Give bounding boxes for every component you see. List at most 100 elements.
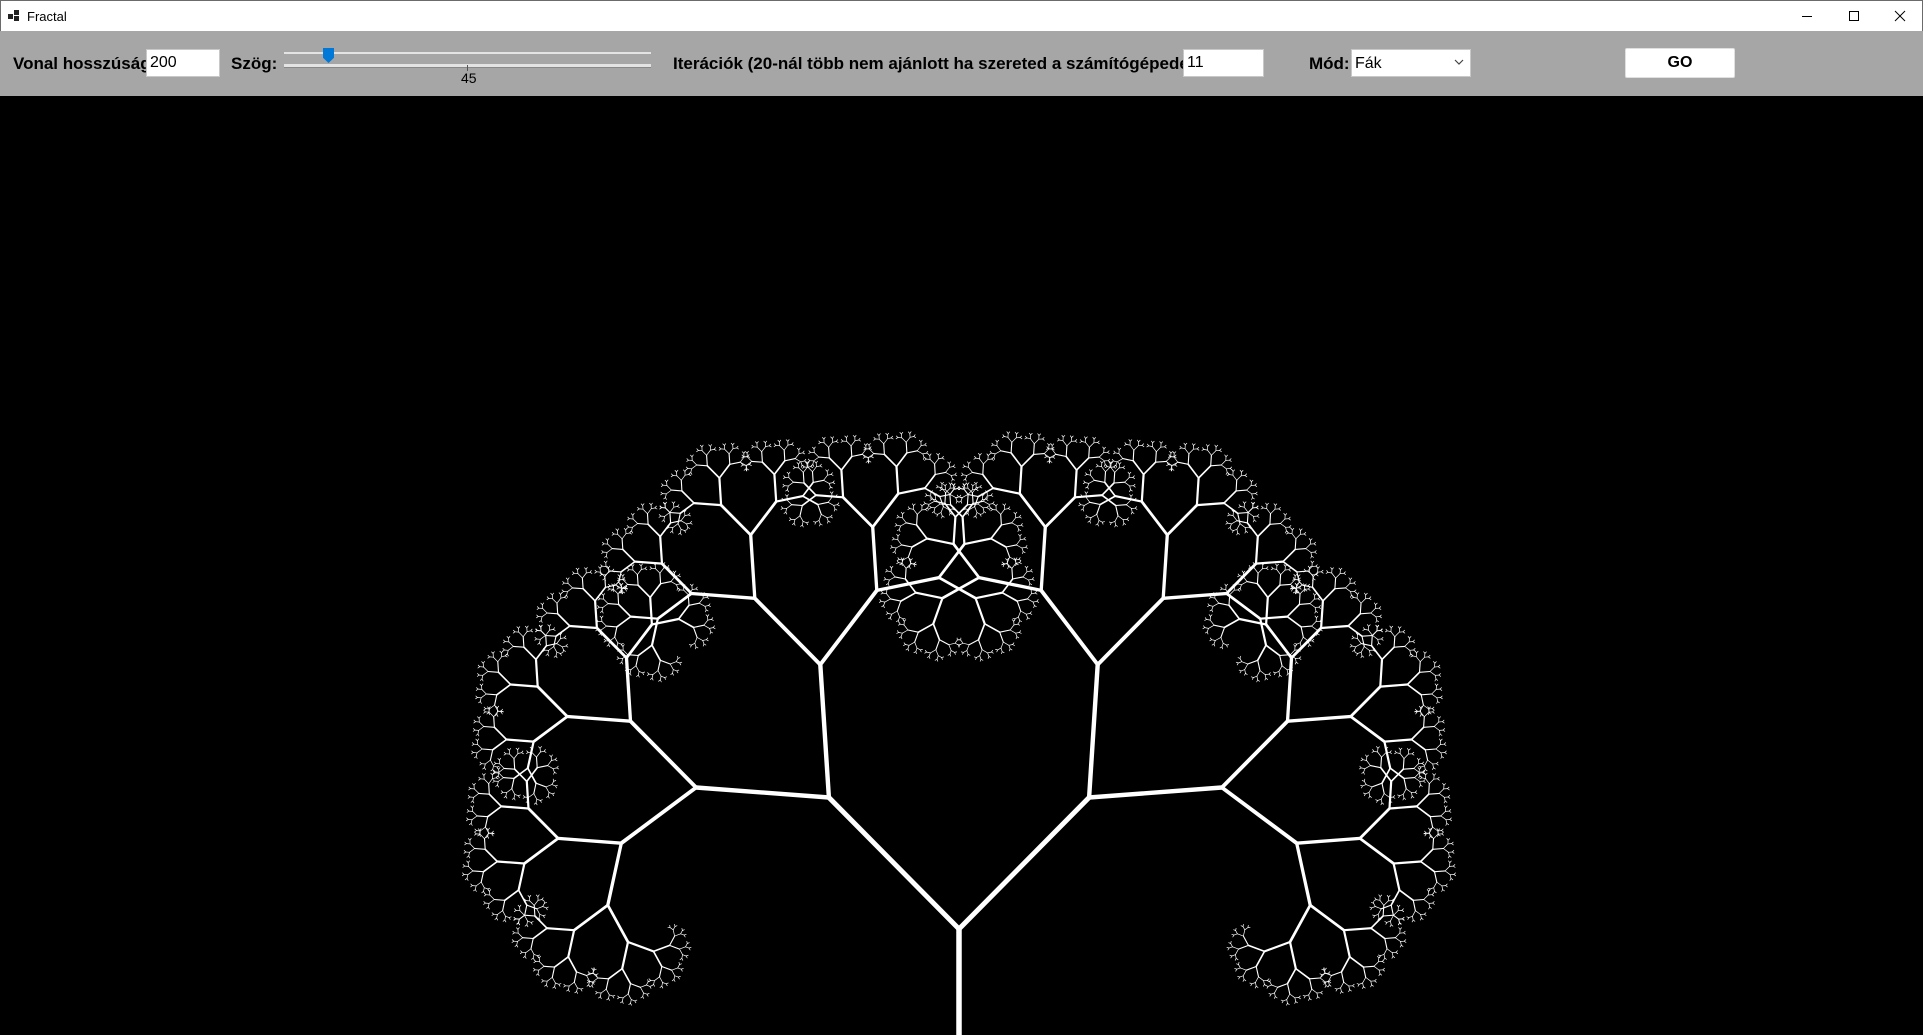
line-length-input[interactable] bbox=[146, 49, 220, 77]
tree-branch bbox=[620, 1001, 623, 1004]
tree-branch bbox=[1007, 431, 1011, 434]
tree-branch bbox=[887, 579, 890, 584]
tree-branch bbox=[893, 538, 899, 541]
tree-branch bbox=[642, 503, 645, 506]
tree-branch bbox=[1254, 985, 1257, 989]
tree-branch bbox=[1231, 954, 1236, 957]
tree-branch bbox=[1243, 506, 1249, 513]
tree-branch bbox=[1428, 792, 1440, 795]
tree-branch bbox=[929, 505, 932, 508]
tree-branch bbox=[951, 478, 953, 482]
tree-branch bbox=[1290, 626, 1323, 660]
tree-branch bbox=[552, 767, 558, 770]
tree-branch bbox=[670, 489, 683, 492]
tree-branch bbox=[474, 831, 477, 835]
line-length-label: Vonal hosszúság: bbox=[13, 54, 157, 73]
tree-branch bbox=[1308, 994, 1310, 999]
tree-branch bbox=[538, 914, 541, 919]
tree-branch bbox=[1235, 489, 1248, 492]
tree-branch bbox=[920, 439, 923, 443]
tree-branch bbox=[979, 458, 984, 465]
go-button[interactable]: GO bbox=[1625, 48, 1735, 78]
tree-branch bbox=[890, 571, 896, 578]
tree-branch bbox=[1428, 783, 1430, 795]
tree-branch bbox=[1369, 765, 1382, 769]
tree-branch bbox=[1427, 759, 1434, 765]
tree-branch bbox=[1412, 898, 1425, 901]
tree-branch bbox=[1280, 518, 1286, 524]
tree-branch bbox=[616, 642, 619, 647]
tree-branch bbox=[634, 1000, 637, 1004]
tree-branch bbox=[1004, 503, 1007, 506]
tree-branch bbox=[1331, 572, 1336, 579]
mode-select[interactable]: Fák bbox=[1351, 49, 1471, 77]
tree-branch bbox=[482, 671, 489, 676]
tree-branch bbox=[677, 976, 680, 980]
tree-branch bbox=[552, 793, 554, 797]
tree-branch bbox=[1340, 991, 1342, 994]
tree-branch bbox=[826, 516, 831, 518]
tree-branch bbox=[966, 503, 979, 506]
tree-branch bbox=[794, 515, 801, 520]
tree-branch bbox=[614, 626, 618, 638]
tree-branch bbox=[780, 506, 784, 509]
tree-branch bbox=[901, 563, 907, 569]
tree-branch bbox=[1096, 503, 1101, 515]
slider-thumb[interactable] bbox=[323, 48, 334, 63]
tree-branch bbox=[597, 605, 600, 608]
tree-branch bbox=[785, 489, 788, 492]
tree-branch bbox=[661, 965, 673, 971]
tree-branch bbox=[479, 678, 483, 681]
tree-branch bbox=[1233, 528, 1238, 531]
tree-branch bbox=[1221, 588, 1227, 591]
tree-branch bbox=[483, 887, 489, 890]
tree-branch bbox=[995, 649, 998, 651]
tree-branch bbox=[1043, 495, 1077, 529]
tree-branch bbox=[899, 623, 905, 626]
iterations-input[interactable] bbox=[1183, 49, 1264, 77]
tree-branch bbox=[941, 576, 981, 600]
angle-slider[interactable]: 45 bbox=[281, 43, 656, 86]
tree-branch bbox=[963, 489, 969, 495]
close-button[interactable] bbox=[1877, 1, 1923, 31]
tree-branch bbox=[718, 476, 723, 507]
tree-branch bbox=[659, 572, 662, 585]
tree-branch bbox=[1018, 492, 1047, 529]
tree-branch bbox=[1225, 472, 1228, 475]
tree-branch bbox=[556, 767, 560, 770]
tree-branch bbox=[1432, 847, 1444, 850]
tree-branch bbox=[601, 550, 604, 553]
tree-branch bbox=[1379, 894, 1383, 897]
tree-branch bbox=[1362, 965, 1375, 968]
tree-branch bbox=[677, 964, 680, 969]
tree-branch bbox=[1018, 465, 1023, 495]
tree-branch bbox=[1314, 607, 1317, 612]
tree-branch bbox=[976, 655, 981, 658]
tree-branch bbox=[1115, 504, 1119, 517]
tree-branch bbox=[1086, 785, 1225, 800]
tree-branch bbox=[1299, 636, 1304, 644]
tree-branch bbox=[895, 452, 908, 468]
tree-branch bbox=[671, 473, 674, 476]
tree-branch bbox=[551, 966, 556, 978]
tree-branch bbox=[901, 629, 909, 634]
tree-branch bbox=[546, 795, 549, 798]
tree-branch bbox=[533, 793, 538, 800]
tree-branch bbox=[1256, 515, 1260, 518]
tree-branch bbox=[1447, 788, 1450, 791]
tree-branch bbox=[1399, 944, 1402, 948]
tree-branch bbox=[1436, 881, 1443, 887]
tree-branch bbox=[1231, 520, 1238, 525]
tree-branch bbox=[1230, 943, 1233, 948]
tree-branch bbox=[1275, 671, 1280, 674]
maximize-button[interactable] bbox=[1831, 1, 1877, 31]
tree-branch bbox=[1239, 584, 1242, 589]
tree-branch bbox=[1219, 719, 1290, 790]
tree-branch bbox=[1087, 483, 1090, 488]
tree-branch bbox=[1130, 511, 1133, 515]
tree-branch bbox=[1270, 992, 1275, 995]
minimize-button[interactable] bbox=[1784, 1, 1830, 31]
tree-branch bbox=[467, 795, 471, 798]
tree-branch bbox=[1321, 571, 1324, 574]
tree-branch bbox=[602, 603, 609, 608]
